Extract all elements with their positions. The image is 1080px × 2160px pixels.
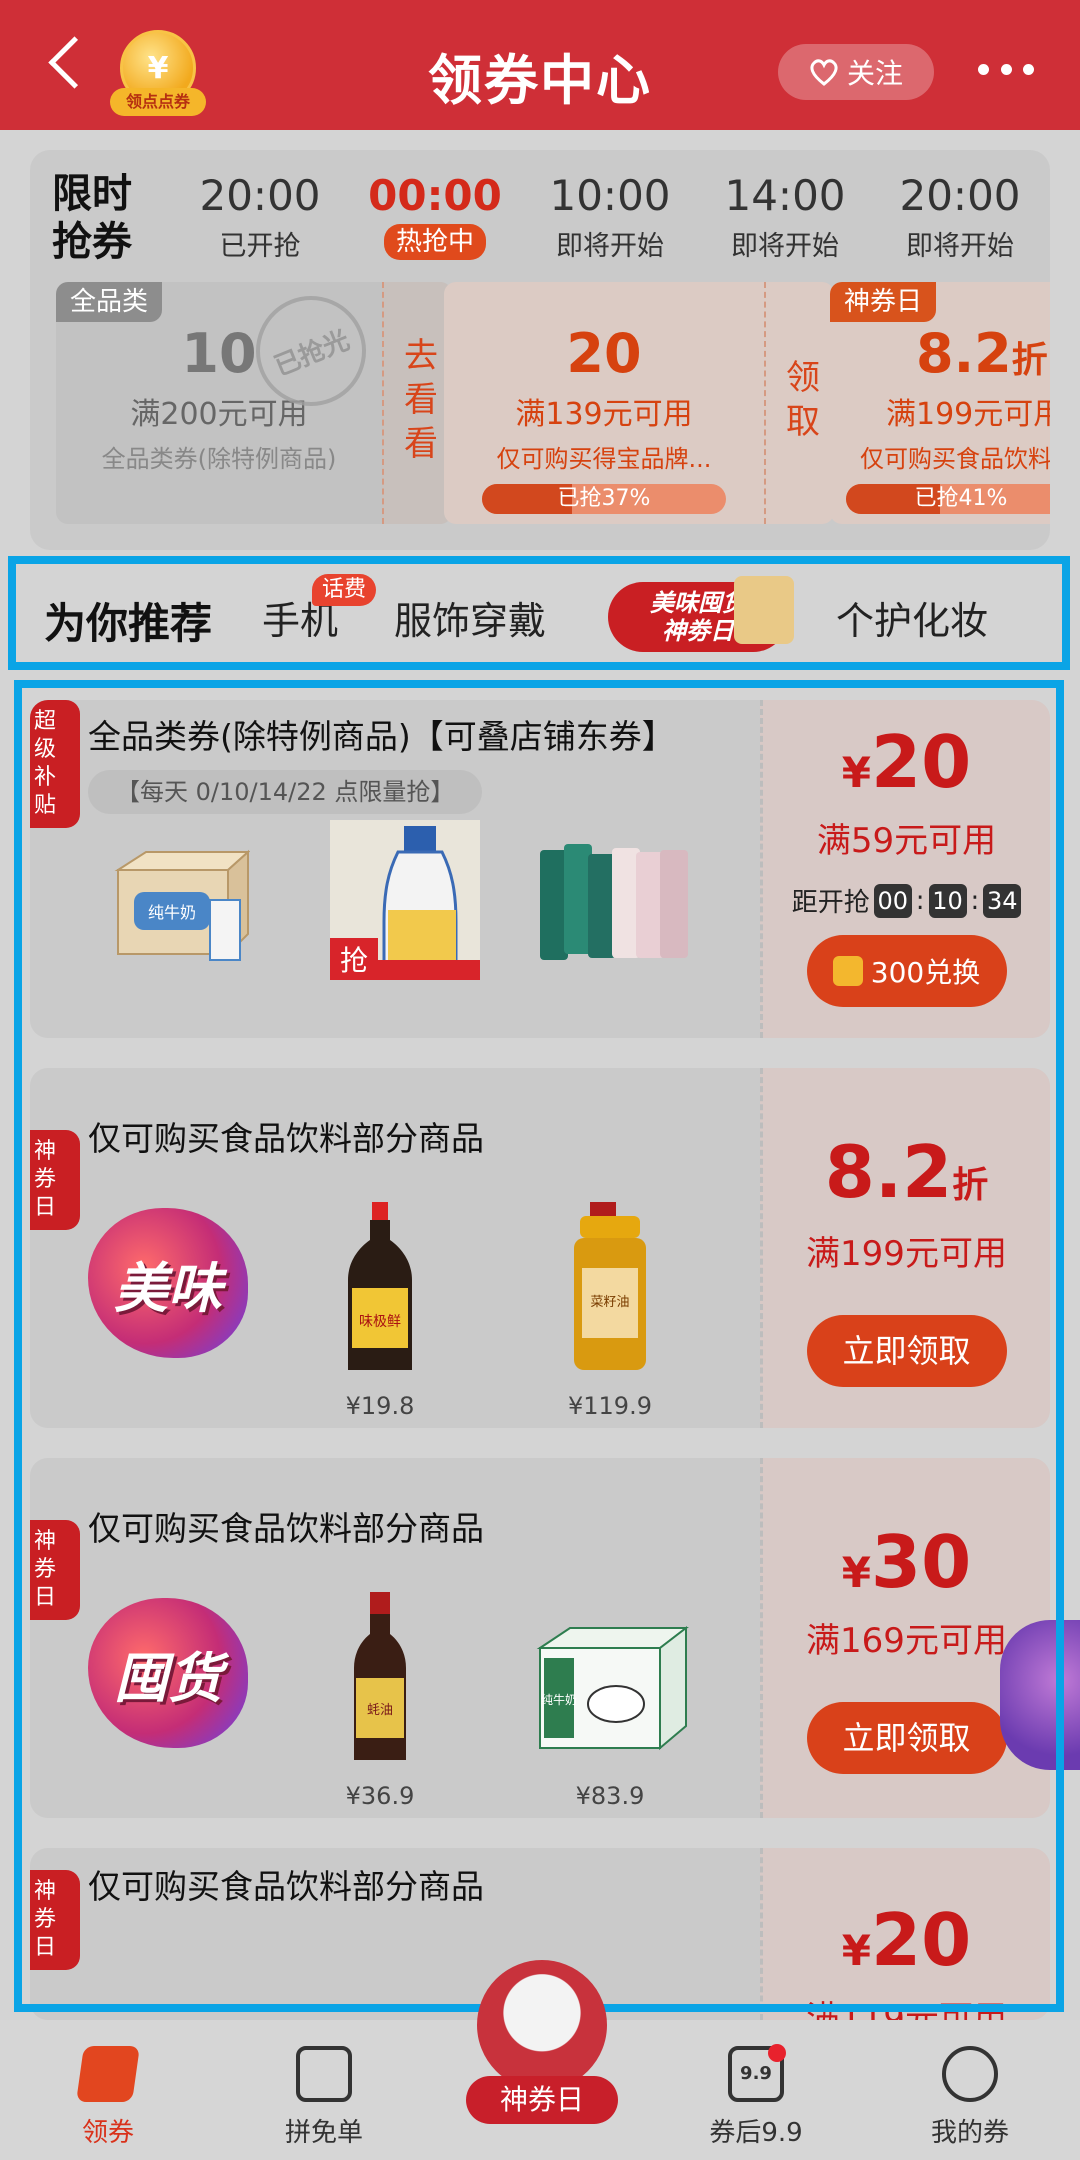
nav-after-coupon-9-9[interactable]: 9.9 券后9.9: [676, 2044, 836, 2149]
flash-coupon-section: 限时抢券 20:00 已开抢 00:00 热抢中 10:00 即将开始 14:0…: [30, 150, 1050, 550]
smile-face-icon: [942, 2046, 998, 2102]
time-slot[interactable]: 20:00 已开抢: [180, 172, 340, 263]
heart-plus-icon: [809, 58, 839, 86]
nav-label: 拼免单: [284, 2118, 363, 2148]
coupon-amount: 8.2折: [916, 322, 1048, 385]
time-slot-time: 14:00: [724, 171, 846, 220]
claim-button[interactable]: 领取: [764, 282, 834, 524]
app-header: ¥ 领点点券 领券中心 关注: [0, 0, 1080, 130]
claim-progress-bar: 已抢41%: [846, 484, 1050, 514]
coupon-description: 全品类券(除特例商品): [101, 445, 337, 473]
follow-label: 关注: [846, 57, 903, 90]
notification-dot: [768, 2044, 786, 2062]
nav-group-free[interactable]: 拼免单: [244, 2046, 404, 2149]
coupon-tag: 全品类: [56, 282, 163, 322]
coupon-condition: 满199元可用: [886, 397, 1050, 432]
time-slot[interactable]: 10:00 即将开始: [530, 172, 690, 263]
claim-label: 领取: [779, 359, 820, 447]
flash-coupon-card[interactable]: 全品类 已抢光 10 满200元可用 全品类券(除特例商品) 去看看: [56, 282, 452, 524]
time-slot-status: 即将开始: [731, 231, 839, 262]
claim-progress-text: 已抢37%: [557, 486, 651, 511]
time-slot-status: 即将开始: [906, 231, 1014, 262]
more-options-icon[interactable]: [978, 64, 1034, 76]
coupon-condition: 满139元可用: [515, 397, 693, 432]
coupon-tag: 神券日: [830, 282, 937, 322]
time-slot-status: 即将开始: [556, 231, 664, 262]
time-slot-time: 20:00: [899, 171, 1021, 220]
nav-my-coupons[interactable]: 我的券: [890, 2046, 1050, 2149]
time-slot-time: 10:00: [549, 171, 671, 220]
ticket-9-9-icon: 9.9: [728, 2044, 786, 2102]
nav-super-coupon-day[interactable]: 神券日: [462, 1960, 622, 2124]
time-slot[interactable]: 14:00 即将开始: [705, 172, 865, 263]
coupon-ticket-icon: [76, 2046, 140, 2102]
time-slot-time: 00:00: [368, 171, 502, 220]
nav-label: 券后9.9: [709, 2118, 803, 2148]
flash-coupon-card[interactable]: 神券日 8.2折 满199元可用 仅可购买食品饮料 已抢41%: [830, 282, 1050, 524]
go-see-label: 去看看: [397, 337, 438, 469]
nav-label: 我的券: [930, 2118, 1009, 2148]
time-slot-active[interactable]: 00:00 热抢中: [355, 172, 515, 260]
claim-progress-bar: 已抢37%: [482, 484, 726, 514]
nav-coupons[interactable]: 领券: [28, 2046, 188, 2149]
bottom-navigation: 领券 拼免单 神券日 9.9 券后9.9 我的券: [0, 1960, 1080, 2160]
coupon-amount: 20: [566, 322, 642, 385]
coupon-list-highlight: [14, 680, 1064, 2012]
flash-section-label: 限时抢券: [52, 171, 132, 265]
go-see-button[interactable]: 去看看: [382, 282, 452, 524]
nav-label: 领券: [81, 2118, 134, 2148]
tab-bar-highlight: [8, 556, 1070, 670]
wallet-icon: [296, 2046, 352, 2102]
time-slot-time: 20:00: [199, 171, 321, 220]
flash-coupon-card[interactable]: 20 满139元可用 仅可购买得宝品牌... 已抢37% 领取: [444, 282, 834, 524]
time-slot[interactable]: 20:00 即将开始: [880, 172, 1040, 263]
time-slot-status: 热抢中: [383, 224, 486, 260]
claim-progress-text: 已抢41%: [914, 486, 1008, 511]
nav-label: 神券日: [465, 2076, 618, 2124]
mascot-ball-icon: [477, 1960, 607, 2090]
coupon-description: 仅可购买得宝品牌...: [496, 445, 712, 473]
coupon-description: 仅可购买食品饮料: [860, 445, 1050, 473]
follow-button[interactable]: 关注: [778, 44, 934, 100]
time-slot-status: 已开抢: [219, 231, 301, 262]
